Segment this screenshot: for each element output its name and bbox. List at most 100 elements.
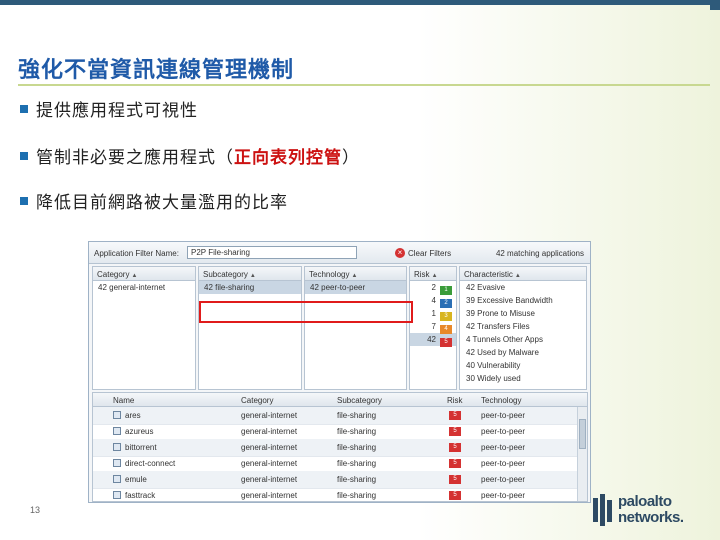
risk-cell-badge: 5 — [449, 443, 461, 452]
risk-filter-item[interactable]: 42 — [410, 294, 456, 308]
sort-asc-icon: ▲ — [131, 273, 138, 279]
technology-column-header[interactable]: Technology ▲ — [305, 267, 406, 281]
matching-applications-count: 42 matching applications — [495, 249, 584, 258]
risk-count: 4 — [431, 296, 436, 305]
risk-count: 1 — [431, 309, 436, 318]
technology-cell: peer-to-peer — [481, 475, 526, 484]
characteristic-filter-item[interactable]: 42 Used by Malware — [460, 346, 586, 359]
technology-cell: peer-to-peer — [481, 411, 526, 420]
sort-asc-icon: ▲ — [249, 273, 256, 279]
category-filter-item[interactable]: 42 general-internet — [93, 281, 195, 294]
bullet-square-icon — [20, 152, 28, 160]
risk-filter-item[interactable]: 21 — [410, 281, 456, 295]
characteristic-filter-list: 42 Evasive 39 Excessive Bandwidth 39 Prone… — [460, 281, 586, 385]
risk-filter-item[interactable]: 74 — [410, 320, 456, 334]
technology-table-header[interactable]: Technology — [481, 396, 521, 405]
logo-text-line-2: networks. — [618, 509, 684, 526]
bullet-2-text: 管制非必要之應用程式（ — [36, 148, 234, 168]
category-cell: general-internet — [241, 491, 298, 500]
table-scrollbar[interactable] — [577, 407, 587, 501]
technology-cell: peer-to-peer — [481, 459, 526, 468]
application-icon — [113, 459, 121, 467]
technology-cell: peer-to-peer — [481, 443, 526, 452]
risk-cell-badge: 5 — [449, 411, 461, 420]
clear-filters-button[interactable]: Clear Filters — [408, 249, 451, 258]
application-icon — [113, 443, 121, 451]
filter-columns: Category ▲ 42 general-internet Subcategor… — [92, 266, 588, 390]
risk-filter-list: 2 1 4 2 1 3 7 4 42 5 — [410, 281, 456, 347]
risk-level-badge: 4 — [440, 325, 452, 334]
subcategory-column: Subcategory ▲ 42 file-sharing — [198, 266, 302, 390]
app-name-cell[interactable]: emule — [125, 475, 147, 484]
subcategory-column-header[interactable]: Subcategory ▲ — [199, 267, 301, 281]
characteristic-filter-item[interactable]: 42 Transfers Files — [460, 320, 586, 333]
characteristic-column: Characteristic ▲ 42 Evasive 39 Excessive B… — [459, 266, 587, 390]
slide-number: 13 — [30, 505, 41, 515]
name-column-header[interactable]: Name — [113, 396, 134, 405]
risk-count: 7 — [431, 322, 436, 331]
category-column: Category ▲ 42 general-internet — [92, 266, 196, 390]
application-icon — [113, 411, 121, 419]
category-table-header[interactable]: Category — [241, 396, 273, 405]
bullet-1: 提供應用程式可視性 — [20, 96, 198, 121]
table-header: Name Category Subcategory Risk Technolog… — [93, 393, 587, 407]
application-icon — [113, 491, 121, 499]
risk-cell-badge: 5 — [449, 427, 461, 436]
sort-asc-icon: ▲ — [351, 273, 358, 279]
technology-cell: peer-to-peer — [481, 491, 526, 500]
app-name-cell[interactable]: fasttrack — [125, 491, 155, 500]
characteristic-filter-item[interactable]: 39 Excessive Bandwidth — [460, 294, 586, 307]
characteristic-column-header[interactable]: Characteristic ▲ — [460, 267, 586, 281]
risk-filter-item[interactable]: 13 — [410, 307, 456, 321]
slide-title: 強化不當資訊連線管理機制 — [18, 57, 295, 83]
filter-name-input[interactable]: P2P File-sharing — [187, 246, 357, 259]
risk-level-badge: 1 — [440, 286, 452, 295]
applications-table: Name Category Subcategory Risk Technolog… — [92, 392, 588, 502]
title-divider — [18, 84, 710, 86]
characteristic-filter-item[interactable]: 30 Widely used — [460, 372, 586, 385]
app-name-cell[interactable]: azureus — [125, 427, 153, 436]
risk-cell-badge: 5 — [449, 459, 461, 468]
risk-cell-badge: 5 — [449, 491, 461, 500]
subcategory-table-header[interactable]: Subcategory — [337, 396, 382, 405]
logo-text-line-1: paloalto — [618, 493, 672, 510]
app-name-cell[interactable]: bittorrent — [125, 443, 157, 452]
category-cell: general-internet — [241, 427, 298, 436]
filter-name-label: Application Filter Name: — [94, 249, 179, 258]
logo-mark-icon — [593, 494, 612, 526]
technology-filter-item[interactable]: 42 peer-to-peer — [305, 281, 406, 294]
table-row[interactable]: fasttrack general-internet file-sharing pee… — [93, 487, 577, 501]
category-cell: general-internet — [241, 459, 298, 468]
risk-count: 2 — [431, 283, 436, 292]
characteristic-filter-item[interactable]: 39 Prone to Misuse — [460, 307, 586, 320]
company-logo: paloalto networks. — [592, 492, 688, 530]
bullet-1-text: 提供應用程式可視性 — [36, 101, 198, 121]
technology-cell: peer-to-peer — [481, 427, 526, 436]
category-column-header[interactable]: Category ▲ — [93, 267, 195, 281]
subcategory-cell: file-sharing — [337, 427, 377, 436]
clear-filters-icon[interactable]: × — [395, 248, 405, 258]
characteristic-filter-item[interactable]: 40 Vulnerability — [460, 359, 586, 372]
bullet-2-highlight: 正向表列控管 — [234, 148, 342, 168]
sort-asc-icon: ▲ — [431, 273, 438, 279]
category-cell: general-internet — [241, 475, 298, 484]
risk-table-header[interactable]: Risk — [447, 396, 463, 405]
risk-level-badge: 2 — [440, 299, 452, 308]
subcategory-cell: file-sharing — [337, 411, 377, 420]
characteristic-filter-item[interactable]: 42 Evasive — [460, 281, 586, 294]
app-name-cell[interactable]: direct-connect — [125, 459, 175, 468]
application-browser-window: Application Filter Name: P2P File-sharin… — [88, 241, 591, 503]
app-name-cell[interactable]: ares — [125, 411, 141, 420]
slide: 強化不當資訊連線管理機制 提供應用程式可視性 管制非必要之應用程式（正向表列控管… — [0, 0, 720, 540]
corner-accent — [710, 0, 720, 10]
bullet-square-icon — [20, 197, 28, 205]
subcategory-cell: file-sharing — [337, 491, 377, 500]
risk-level-badge: 3 — [440, 312, 452, 321]
bullet-3: 降低目前網路被大量濫用的比率 — [20, 188, 288, 213]
scrollbar-thumb[interactable] — [579, 419, 586, 449]
characteristic-filter-item[interactable]: 4 Tunnels Other Apps — [460, 333, 586, 346]
subcategory-filter-item[interactable]: 42 file-sharing — [199, 281, 301, 294]
bullet-2-suffix: ） — [342, 148, 360, 168]
risk-column-header[interactable]: Risk ▲ — [410, 267, 456, 281]
risk-filter-item[interactable]: 42 5 — [410, 333, 456, 347]
